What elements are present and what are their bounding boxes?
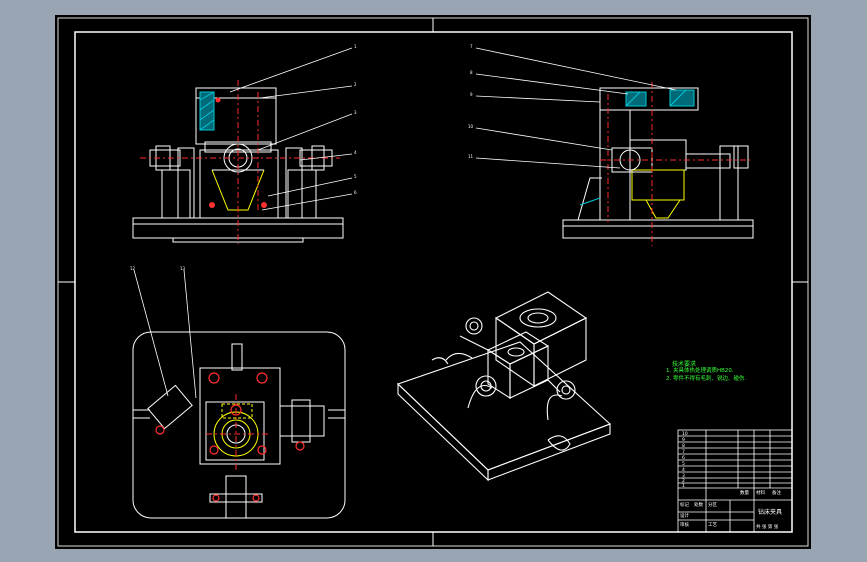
sheet-number: 共 张 第 张 [756, 523, 779, 530]
notes-heading: 技术要求 [672, 360, 696, 368]
drawing-title: 钻床夹具 [758, 508, 782, 516]
balloon-label: 12 [130, 266, 136, 271]
title-block-bottom-label: 分区 [708, 501, 717, 508]
front-view-section-hatch [199, 91, 215, 131]
title-block-row-label: 4 [682, 467, 685, 473]
balloon-label: 11 [468, 154, 474, 159]
notes-line-1: 1. 夹具体热处理调质HB20. [666, 366, 734, 374]
balloon-label: 10 [468, 124, 474, 129]
title-block-bottom-label: 审核 [680, 521, 689, 528]
title-block-col-header: 备注 [772, 489, 781, 496]
title-block-bottom-label: 标记 [680, 501, 689, 508]
title-block-row-label: 1 [682, 483, 685, 489]
title-block-col-header: 数量 [740, 489, 749, 496]
title-block-bottom-label: 处数 [694, 501, 703, 508]
title-block-row-label: 10 [682, 431, 688, 437]
title-block-row-label: 6 [682, 455, 685, 461]
title-block-row-label: 5 [682, 461, 685, 467]
title-block-row-label: 9 [682, 437, 685, 443]
title-block-row-label: 8 [682, 443, 685, 449]
title-block-row-label: 7 [682, 449, 685, 455]
notes-line-2: 2. 零件不得有毛刺、锐边、碰伤. [666, 374, 746, 382]
balloon-label: 13 [180, 266, 186, 271]
title-block-col-header: 材料 [756, 489, 765, 496]
title-block-bottom-label: 设计 [680, 512, 689, 519]
title-block-bottom-label: 工艺 [708, 522, 717, 528]
cad-drawing-canvas: 技术要求 1. 夹具体热处理调质HB20. 2. 零件不得有毛刺、锐边、碰伤. … [55, 15, 811, 549]
